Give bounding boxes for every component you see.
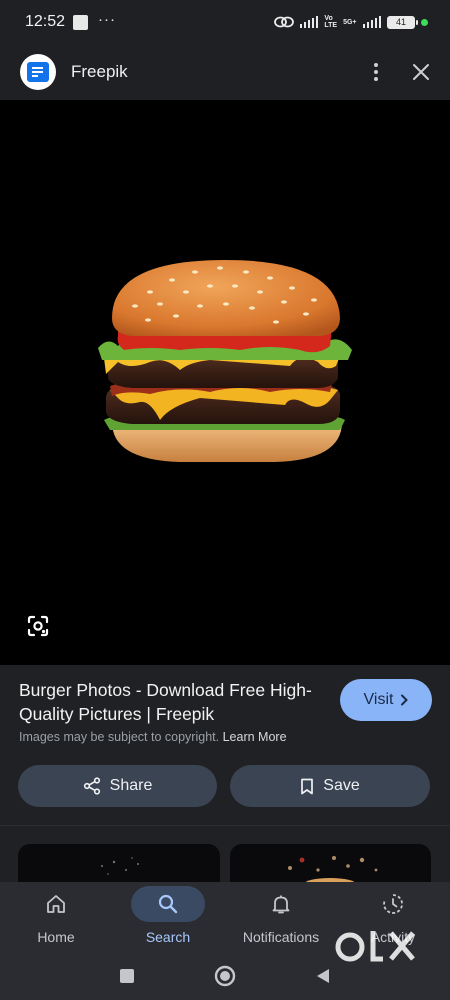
share-button[interactable]: Share: [18, 765, 217, 807]
back-button[interactable]: [311, 964, 335, 988]
home-icon: [47, 895, 65, 913]
save-button[interactable]: Save: [230, 765, 430, 807]
related-image-thumbnail[interactable]: [18, 844, 220, 884]
bookmark-icon: [301, 778, 314, 794]
more-notifications-indicator: ···: [98, 10, 117, 28]
share-icon: [83, 777, 100, 795]
home-button[interactable]: [213, 964, 237, 988]
result-header: Freepik: [0, 44, 450, 100]
activity-icon: [383, 894, 403, 914]
burger-image: [98, 260, 352, 462]
visit-label: Visit: [363, 691, 394, 708]
chevron-right-icon: [401, 694, 409, 706]
status-bar: 12:52 ··· Vo LTE 5G+ 41: [0, 0, 450, 44]
more-vert-icon[interactable]: [368, 59, 384, 85]
square-icon: [120, 969, 134, 983]
close-icon[interactable]: [412, 63, 430, 81]
bell-icon: [272, 895, 290, 914]
learn-more-link[interactable]: Learn More: [223, 730, 287, 744]
freepik-logo-icon: [20, 54, 56, 90]
circle-icon: [214, 965, 236, 987]
image-preview[interactable]: [0, 100, 450, 665]
status-time: 12:52: [25, 13, 66, 30]
privacy-indicator-icon: [421, 18, 428, 26]
triangle-back-icon: [317, 969, 329, 983]
copyright-text: Images may be subject to copyright.: [19, 730, 220, 744]
search-icon: [158, 894, 178, 914]
google-lens-icon[interactable]: [26, 614, 50, 638]
share-label: Share: [109, 777, 153, 794]
nav-notifications-label: Notifications: [242, 929, 320, 945]
signal-icon-2: [362, 16, 381, 28]
nav-search[interactable]: Search: [113, 882, 223, 952]
visit-button[interactable]: Visit: [340, 679, 432, 721]
network-type: 5G+: [343, 18, 357, 26]
nav-home[interactable]: Home: [1, 882, 111, 952]
result-info: Burger Photos - Download Free High-Quali…: [0, 665, 450, 825]
signal-icon: [299, 16, 319, 28]
save-label: Save: [323, 777, 360, 794]
nav-notifications[interactable]: Notifications: [226, 882, 336, 952]
status-icons: Vo LTE 5G+ 41: [273, 15, 428, 29]
related-image-thumbnail[interactable]: [230, 844, 431, 884]
battery-icon: 41: [387, 15, 418, 29]
olx-watermark-logo: [335, 931, 415, 962]
nav-search-label: Search: [145, 929, 191, 945]
hotspot-link-icon: [273, 16, 294, 28]
nav-home-label: Home: [37, 929, 75, 945]
recents-button[interactable]: [115, 964, 139, 988]
volte-icon: Vo LTE: [324, 15, 338, 29]
related-images: [0, 826, 450, 884]
notification-icon: [73, 14, 89, 30]
result-title[interactable]: Burger Photos - Download Free High-Quali…: [19, 678, 319, 726]
site-name: Freepik: [71, 62, 128, 81]
copyright-notice: Images may be subject to copyright. Lear…: [19, 730, 287, 744]
